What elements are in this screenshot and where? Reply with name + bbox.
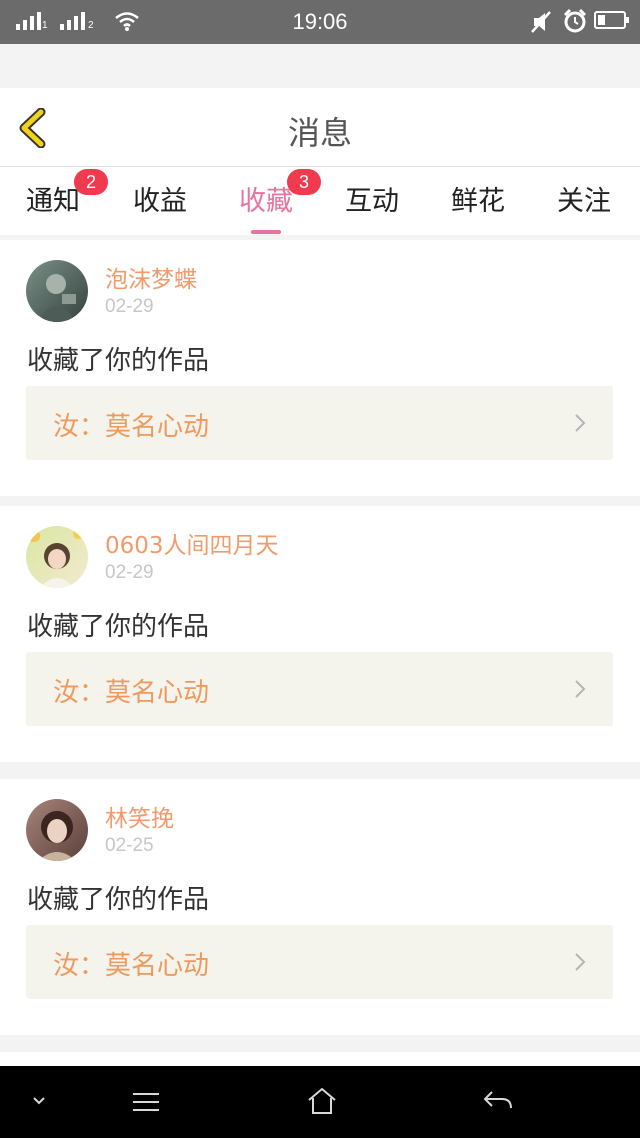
chevron-right-icon (575, 953, 586, 971)
status-bar: 1 2 19:06 (0, 0, 640, 44)
work-title: 汝：莫名心动 (53, 678, 210, 708)
message-card (0, 1052, 640, 1066)
alarm-icon (563, 8, 587, 33)
message-card: 泡沫梦蝶 02-29 收藏了你的作品 汝：莫名心动 (0, 240, 640, 496)
work-link[interactable]: 汝：莫名心动 (26, 925, 613, 999)
home-icon[interactable] (306, 1086, 338, 1116)
mute-icon (531, 11, 551, 33)
username[interactable]: 林笑挽 (105, 799, 174, 833)
unread-badge: 2 (74, 169, 108, 195)
chevron-right-icon (575, 414, 586, 432)
tab-label: 收益 (133, 186, 187, 217)
page-title: 消息 (287, 114, 352, 152)
tab-interactions[interactable]: 互动 (345, 179, 399, 218)
tab-label: 通知 (26, 186, 80, 217)
work-link[interactable]: 汝：莫名心动 (26, 652, 613, 726)
chevron-down-icon[interactable] (30, 1094, 48, 1108)
menu-icon[interactable] (131, 1090, 161, 1114)
tab-label: 鲜花 (451, 186, 505, 217)
message-text: 收藏了你的作品 (27, 346, 210, 376)
username[interactable]: 0603人间四月天 (105, 526, 279, 560)
tab-label: 互动 (345, 186, 399, 217)
avatar[interactable] (26, 526, 88, 588)
back-icon[interactable] (482, 1088, 514, 1114)
tab-flowers[interactable]: 鲜花 (451, 179, 505, 218)
tab-bar: 通知 2 收益 收藏 3 互动 鲜花 关注 (0, 167, 640, 235)
message-date: 02-25 (105, 835, 154, 856)
message-text: 收藏了你的作品 (27, 885, 210, 915)
tab-follows[interactable]: 关注 (557, 179, 611, 218)
message-card: 林笑挽 02-25 收藏了你的作品 汝：莫名心动 (0, 779, 640, 1035)
tab-notifications[interactable]: 通知 2 (26, 169, 108, 218)
message-date: 02-29 (105, 562, 154, 583)
active-tab-indicator (251, 230, 281, 234)
chevron-right-icon (575, 680, 586, 698)
tab-earnings[interactable]: 收益 (133, 179, 187, 218)
avatar[interactable] (26, 799, 88, 861)
unread-badge: 3 (287, 169, 321, 195)
top-bar: 消息 (0, 88, 640, 167)
work-title: 汝：莫名心动 (53, 951, 210, 981)
tab-label: 关注 (557, 186, 611, 217)
work-link[interactable]: 汝：莫名心动 (26, 386, 613, 460)
message-card: 0603人间四月天 02-29 收藏了你的作品 汝：莫名心动 (0, 506, 640, 762)
username[interactable]: 泡沫梦蝶 (105, 260, 197, 294)
avatar[interactable] (26, 260, 88, 322)
system-nav-bar (0, 1066, 640, 1138)
battery-icon (594, 11, 629, 29)
work-title: 汝：莫名心动 (53, 412, 210, 442)
tab-label: 收藏 (239, 186, 293, 217)
tab-favorites[interactable]: 收藏 3 (239, 169, 321, 234)
message-text: 收藏了你的作品 (27, 612, 210, 642)
message-date: 02-29 (105, 296, 154, 317)
